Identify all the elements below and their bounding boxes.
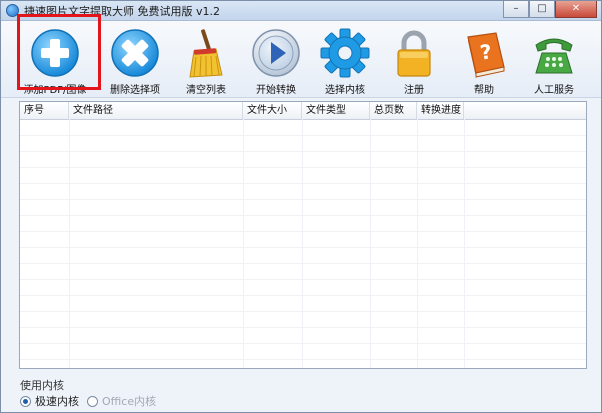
register-button[interactable]: 注册 (377, 23, 451, 96)
maximize-button[interactable]: □ (529, 1, 555, 18)
padlock-icon (397, 30, 431, 77)
grid-row-line (20, 343, 586, 344)
gear-icon (320, 28, 370, 78)
column-header-file-type[interactable]: 文件类型 (302, 102, 370, 119)
grid-row-line (20, 359, 586, 360)
file-list-table[interactable]: 序号 文件路径 文件大小 文件类型 总页数 转换进度 (19, 101, 587, 369)
grid-column-line (370, 119, 371, 368)
grid-row-line (20, 279, 586, 280)
select-engine-label: 选择内核 (325, 85, 365, 96)
app-logo-icon (6, 4, 19, 17)
grid-row-line (20, 199, 586, 200)
remove-selected-label: 删除选择项 (110, 85, 160, 96)
engine-radio-group: 极速内核 Office内核 (20, 394, 156, 408)
column-header-total-pages[interactable]: 总页数 (370, 102, 417, 119)
radio-dot[interactable] (20, 395, 31, 407)
radio-office-engine-label: Office内核 (102, 395, 157, 408)
minimize-button[interactable]: – (503, 1, 529, 18)
plus-circle-icon (31, 29, 79, 77)
radio-dot[interactable] (87, 395, 98, 407)
grid-row-line (20, 215, 586, 216)
grid-row-line (20, 135, 586, 136)
x-circle-icon (111, 29, 159, 77)
help-label: 帮助 (474, 85, 494, 96)
human-service-label: 人工服务 (534, 85, 574, 96)
grid-row-line (20, 183, 586, 184)
broom-icon (189, 29, 223, 78)
window-controls: – □ ✕ (503, 1, 597, 19)
grid-column-line (302, 119, 303, 368)
app-window: 捷速图片文字提取大师 免费试用版 v1.2 – □ ✕ 添加PDF/图像 删除选… (0, 0, 602, 413)
add-pdf-image-button[interactable]: 添加PDF/图像 (18, 23, 92, 96)
grid-column-line (417, 119, 418, 368)
grid-row-line (20, 263, 586, 264)
telephone-icon (535, 38, 573, 74)
start-conversion-label: 开始转换 (256, 85, 296, 96)
column-header-file-path[interactable]: 文件路径 (69, 102, 243, 119)
grid-column-line (69, 119, 70, 368)
add-pdf-image-label: 添加PDF/图像 (23, 85, 87, 96)
grid-row-line (20, 231, 586, 232)
grid-row-line (20, 167, 586, 168)
help-book-icon: ? (467, 32, 505, 78)
column-header-progress[interactable]: 转换进度 (417, 102, 464, 119)
window-title: 捷速图片文字提取大师 免费试用版 v1.2 (24, 5, 220, 18)
clear-list-button[interactable]: 清空列表 (169, 23, 243, 96)
close-button[interactable]: ✕ (555, 1, 597, 18)
remove-selected-button[interactable]: 删除选择项 (98, 23, 172, 96)
select-engine-button[interactable]: 选择内核 (308, 23, 382, 96)
register-label: 注册 (404, 85, 424, 96)
grid-column-line (243, 119, 244, 368)
column-header-index[interactable]: 序号 (20, 102, 69, 119)
human-service-button[interactable]: 人工服务 (517, 23, 591, 96)
grid-row-line (20, 295, 586, 296)
toolbar: 添加PDF/图像 删除选择项 清空列表 开始转换 选择内核 注册 ? 帮助 人工… (1, 21, 601, 98)
grid-row-line (20, 247, 586, 248)
clear-list-label: 清空列表 (186, 85, 226, 96)
play-icon (252, 29, 300, 77)
radio-fast-engine-label: 极速内核 (35, 395, 79, 408)
radio-office-engine[interactable]: Office内核 (87, 393, 156, 409)
engine-group-label: 使用内核 (20, 379, 64, 392)
help-button[interactable]: ? 帮助 (447, 23, 521, 96)
title-bar[interactable]: 捷速图片文字提取大师 免费试用版 v1.2 – □ ✕ (1, 1, 601, 21)
table-header: 序号 文件路径 文件大小 文件类型 总页数 转换进度 (20, 102, 586, 120)
start-conversion-button[interactable]: 开始转换 (239, 23, 313, 96)
grid-row-line (20, 151, 586, 152)
grid-row-line (20, 327, 586, 328)
radio-fast-engine[interactable]: 极速内核 (20, 393, 79, 409)
grid-column-line (464, 119, 465, 368)
column-header-file-size[interactable]: 文件大小 (243, 102, 302, 119)
grid-row-line (20, 311, 586, 312)
